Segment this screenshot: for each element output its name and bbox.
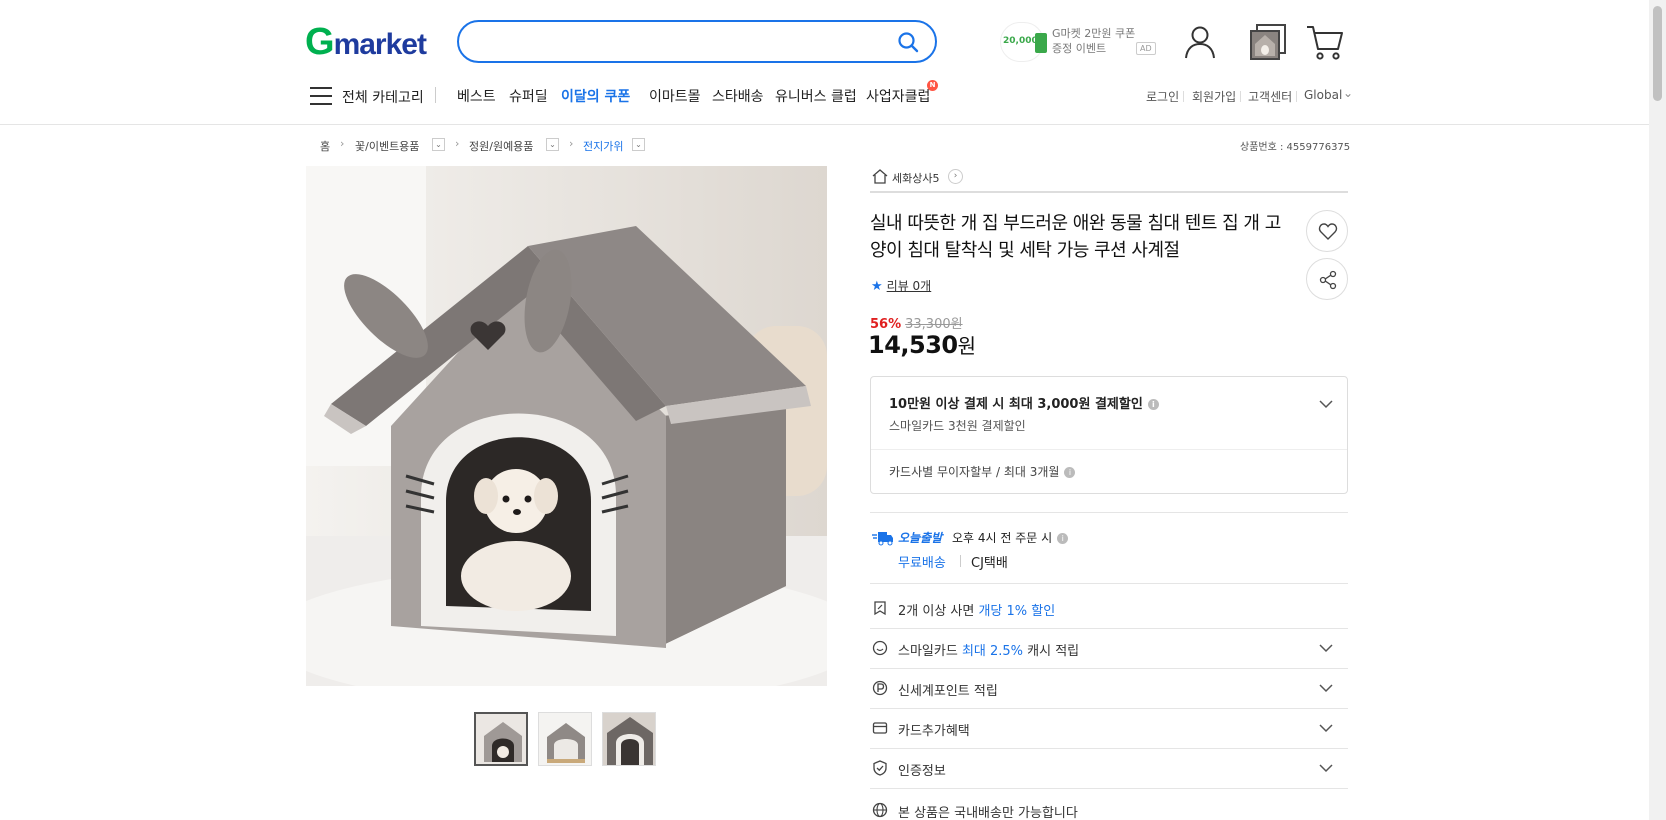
- login-link[interactable]: 로그인: [1146, 88, 1179, 105]
- installment-info: 카드사별 무이자할부 / 최대 3개월 i: [889, 463, 1076, 480]
- star-icon: ★: [871, 279, 883, 294]
- breadcrumb-item[interactable]: 정원/원예용품: [469, 138, 533, 154]
- seller-name[interactable]: 세화상사5: [892, 170, 939, 186]
- chevron-down-icon[interactable]: [1319, 763, 1333, 773]
- shield-check-icon: [873, 760, 887, 776]
- product-main-image[interactable]: [306, 166, 827, 686]
- thumbnail-2[interactable]: [538, 712, 592, 766]
- today-dispatch-label: 오늘출발: [898, 531, 943, 545]
- page-scrollbar[interactable]: [1649, 0, 1666, 820]
- chevron-down-icon[interactable]: [1319, 643, 1333, 653]
- new-badge: N: [927, 80, 938, 91]
- chevron-right-icon: ›: [569, 137, 574, 150]
- sale-price: 14,530원: [868, 331, 976, 359]
- info-icon[interactable]: i: [1064, 467, 1076, 478]
- heart-icon: [1318, 223, 1338, 240]
- breadcrumb-item[interactable]: 꽃/이벤트용품: [355, 138, 419, 154]
- certification-row[interactable]: 인증정보: [870, 748, 1348, 788]
- signup-link[interactable]: 회원가입: [1192, 88, 1236, 105]
- nav-item-best[interactable]: 베스트: [457, 86, 496, 106]
- review-summary: ★ 리뷰 0개: [871, 277, 931, 294]
- domestic-shipping-row: 본 상품은 국내배송만 가능합니다: [870, 790, 1348, 820]
- coupon-tag-icon: [1035, 33, 1047, 53]
- site-header: Gmarket 20,000 G마켓 2만원 쿠폰 증정 이벤트 AD 전체 카…: [0, 0, 1649, 125]
- pet-house-image: [306, 166, 827, 686]
- user-icon[interactable]: [1180, 22, 1220, 62]
- chevron-right-icon: ›: [340, 137, 345, 150]
- util-divider: [1240, 91, 1241, 102]
- shipping-info: 오늘출발 오후 4시 전 주문 시i 무료배송 CJ택배: [870, 528, 1348, 572]
- nav-item-star-delivery[interactable]: 스타배송: [712, 86, 764, 106]
- bulk-discount-row: 2개 이상 사면 개당 1% 할인: [870, 588, 1348, 628]
- product-title: 실내 따뜻한 개 집 부드러운 애완 동물 침대 텐트 집 개 고양이 침대 탈…: [870, 213, 1281, 261]
- card-icon: [872, 722, 888, 734]
- divider: [871, 449, 1347, 450]
- chevron-down-icon[interactable]: [1319, 683, 1333, 693]
- wishlist-button[interactable]: [1306, 210, 1348, 252]
- breadcrumb-home[interactable]: 홈: [320, 138, 330, 154]
- search-input[interactable]: [477, 30, 867, 54]
- thumbnail-3[interactable]: [602, 712, 656, 766]
- point-icon: [872, 680, 888, 696]
- menu-icon[interactable]: [310, 87, 332, 105]
- customer-center-link[interactable]: 고객센터: [1248, 88, 1292, 105]
- breadcrumb-dropdown[interactable]: ⌄: [432, 138, 445, 151]
- nav-divider: [435, 87, 436, 103]
- globe-icon: [872, 802, 888, 818]
- breadcrumb-dropdown[interactable]: ⌄: [632, 138, 645, 151]
- discount-tag-icon: [874, 601, 886, 616]
- shinsegae-point-row[interactable]: 신세계포인트 적립: [870, 668, 1348, 708]
- store-home-icon[interactable]: [872, 169, 888, 184]
- chevron-right-icon[interactable]: ›: [948, 169, 963, 184]
- divider: [870, 512, 1348, 513]
- ad-badge: AD: [1136, 42, 1156, 55]
- recent-viewed-icon[interactable]: [1248, 22, 1288, 62]
- nav-item-universe-club[interactable]: 유니버스 클럽: [775, 86, 857, 106]
- chevron-right-icon: ›: [455, 137, 460, 150]
- smile-card-discount: 스마일카드 3천원 결제할인: [889, 419, 1026, 433]
- breadcrumb-current[interactable]: 전지가위: [583, 138, 623, 154]
- share-button[interactable]: [1306, 258, 1348, 300]
- chevron-down-icon[interactable]: [1319, 399, 1333, 409]
- global-link[interactable]: Global: [1304, 88, 1342, 102]
- review-link[interactable]: 리뷰 0개: [887, 279, 932, 293]
- thumbnail-1[interactable]: [474, 712, 528, 766]
- payment-discount-box[interactable]: 10만원 이상 결제 시 최대 3,000원 결제할인 i 스마일카드 3천원 결…: [870, 376, 1348, 494]
- divider: [870, 788, 1348, 789]
- divider: [870, 583, 1348, 584]
- coupon-ad-banner[interactable]: 20,000 G마켓 2만원 쿠폰 증정 이벤트: [1000, 22, 1155, 62]
- util-divider: [1296, 91, 1297, 102]
- breadcrumb-dropdown[interactable]: ⌄: [546, 138, 559, 151]
- divider: [960, 555, 961, 567]
- gmarket-logo[interactable]: Gmarket: [305, 22, 427, 62]
- fast-delivery-icon: [872, 532, 893, 546]
- chevron-down-icon: ⌄: [1343, 86, 1354, 100]
- seller-bar: 세화상사5 ›: [870, 166, 1348, 193]
- dispatch-cutoff: 오후 4시 전 주문 시i: [952, 529, 1069, 546]
- info-icon[interactable]: i: [1147, 399, 1159, 410]
- courier-name: CJ택배: [971, 556, 1008, 571]
- card-extra-benefit-row[interactable]: 카드추가혜택: [870, 708, 1348, 748]
- smile-card-cash-row[interactable]: 스마일카드 최대 2.5% 캐시 적립: [870, 628, 1348, 668]
- search-bar: [457, 20, 937, 63]
- product-number: 상품번호 : 4559776375: [1240, 142, 1351, 153]
- free-shipping: 무료배송: [898, 556, 946, 571]
- info-icon[interactable]: i: [1057, 533, 1069, 544]
- util-divider: [1183, 91, 1184, 102]
- all-category-link[interactable]: 전체 카테고리: [342, 87, 424, 107]
- payment-discount-title: 10만원 이상 결제 시 최대 3,000원 결제할인 i: [889, 393, 1159, 412]
- ad-text: G마켓 2만원 쿠폰 증정 이벤트: [1052, 27, 1136, 55]
- smile-card-icon: [872, 640, 888, 656]
- scrollbar-thumb[interactable]: [1653, 6, 1662, 101]
- cart-icon[interactable]: [1305, 22, 1345, 62]
- nav-item-emart-mall[interactable]: 이마트몰: [649, 86, 701, 106]
- search-icon[interactable]: [897, 31, 919, 53]
- nav-item-superdeal[interactable]: 슈퍼딜: [509, 86, 548, 106]
- nav-item-business-club[interactable]: 사업자클럽: [866, 86, 930, 106]
- coupon-badge: 20,000: [1000, 22, 1047, 62]
- main-nav: 전체 카테고리 베스트 슈퍼딜 이달의 쿠폰 이마트몰 스타배송 유니버스 클럽…: [305, 80, 1345, 108]
- chevron-down-icon[interactable]: [1319, 723, 1333, 733]
- nav-item-monthly-coupon[interactable]: 이달의 쿠폰: [561, 86, 630, 106]
- share-icon: [1319, 270, 1337, 290]
